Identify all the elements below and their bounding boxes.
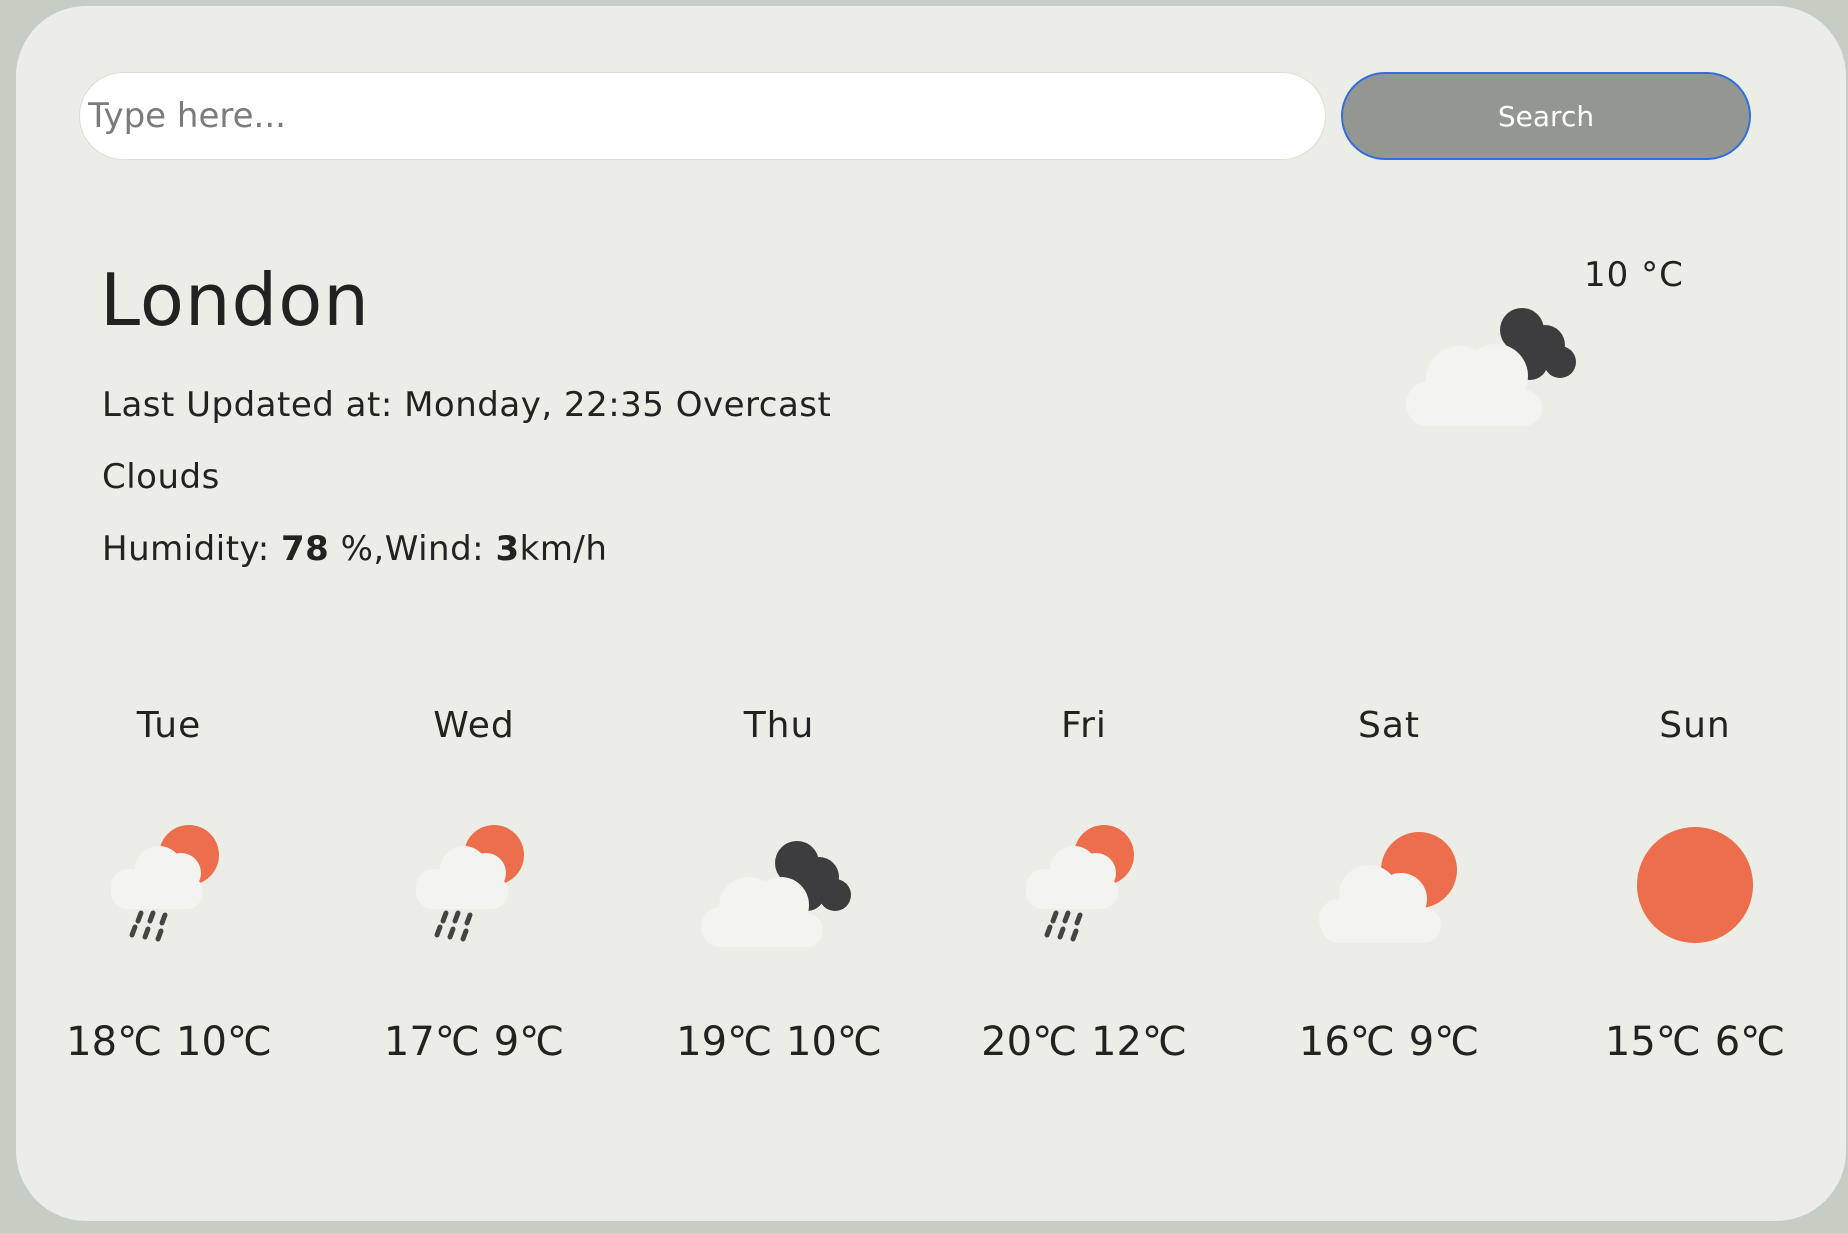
forecast-temps: 19℃ 10℃ xyxy=(649,1019,909,1065)
rain-sun-icon xyxy=(416,825,524,942)
low-temp: 10℃ xyxy=(176,1019,272,1065)
forecast-day-name: Tue xyxy=(136,705,202,746)
last-updated-value: Monday, 22:35 xyxy=(404,385,665,425)
high-temp: 17℃ xyxy=(383,1019,480,1065)
forecast-day-name: Sat xyxy=(1357,705,1421,746)
forecast-day: Fri 20℃ 12℃ xyxy=(954,705,1214,1065)
forecast-day: Wed 17℃ 9℃ xyxy=(344,705,604,1065)
forecast-day-name: Thu xyxy=(743,705,815,746)
rain-sun-icon xyxy=(111,825,219,942)
humidity-unit: %, xyxy=(340,529,385,569)
high-temp: 20℃ xyxy=(981,1019,1077,1065)
high-temp: 18℃ xyxy=(66,1019,162,1065)
forecast-temps: 16℃ 9℃ xyxy=(1259,1019,1519,1065)
cloudy-icon xyxy=(701,841,851,947)
wind-value: 3 xyxy=(495,529,520,569)
last-updated: Last Updated at: Monday, 22:35 Overcast xyxy=(102,385,831,425)
forecast-day: Tue 18℃ 10℃ xyxy=(39,705,299,1065)
low-temp: 6℃ xyxy=(1714,1019,1786,1065)
wind-label: Wind: xyxy=(384,529,485,569)
high-temp: 19℃ xyxy=(676,1019,772,1065)
forecast-day-name: Sun xyxy=(1659,705,1731,746)
forecast-day: Sat 16℃ 9℃ xyxy=(1259,705,1519,1065)
forecast-day-name: Wed xyxy=(433,705,515,746)
weather-description: Overcast xyxy=(675,385,832,425)
low-temp: 12℃ xyxy=(1091,1019,1187,1065)
low-temp: 9℃ xyxy=(1408,1019,1480,1065)
forecast-day: Sun 15℃ 6℃ xyxy=(1565,705,1825,1065)
humidity-label: Humidity: xyxy=(102,529,270,569)
low-temp: 10℃ xyxy=(786,1019,882,1065)
humidity-wind: Humidity: 78 %,Wind: 3km/h xyxy=(102,529,607,569)
current-temperature: 10 °C xyxy=(1584,255,1684,295)
humidity-value: 78 xyxy=(280,529,330,569)
rain-sun-icon xyxy=(1026,825,1134,942)
partly-cloudy-icon xyxy=(1319,832,1457,943)
last-updated-label: Last Updated at: xyxy=(102,385,393,425)
forecast-temps: 20℃ 12℃ xyxy=(954,1019,1214,1065)
high-temp: 15℃ xyxy=(1604,1019,1701,1065)
wind-unit: km/h xyxy=(519,529,608,569)
search-button[interactable]: Search xyxy=(1341,72,1751,160)
forecast-day: Thu 19℃ 10℃ xyxy=(649,705,909,1065)
weather-description-continued: Clouds xyxy=(102,457,220,497)
low-temp: 9℃ xyxy=(493,1019,565,1065)
forecast-temps: 17℃ 9℃ xyxy=(344,1019,604,1065)
forecast-temps: 15℃ 6℃ xyxy=(1565,1019,1825,1065)
weather-description-2: Clouds xyxy=(102,457,220,497)
high-temp: 16℃ xyxy=(1298,1019,1395,1065)
search-input[interactable] xyxy=(79,72,1326,160)
cloudy-icon xyxy=(1406,308,1576,426)
sun-icon xyxy=(1637,827,1753,943)
city-name: London xyxy=(100,258,370,342)
forecast-temps: 18℃ 10℃ xyxy=(39,1019,299,1065)
forecast-day-name: Fri xyxy=(1061,705,1107,746)
